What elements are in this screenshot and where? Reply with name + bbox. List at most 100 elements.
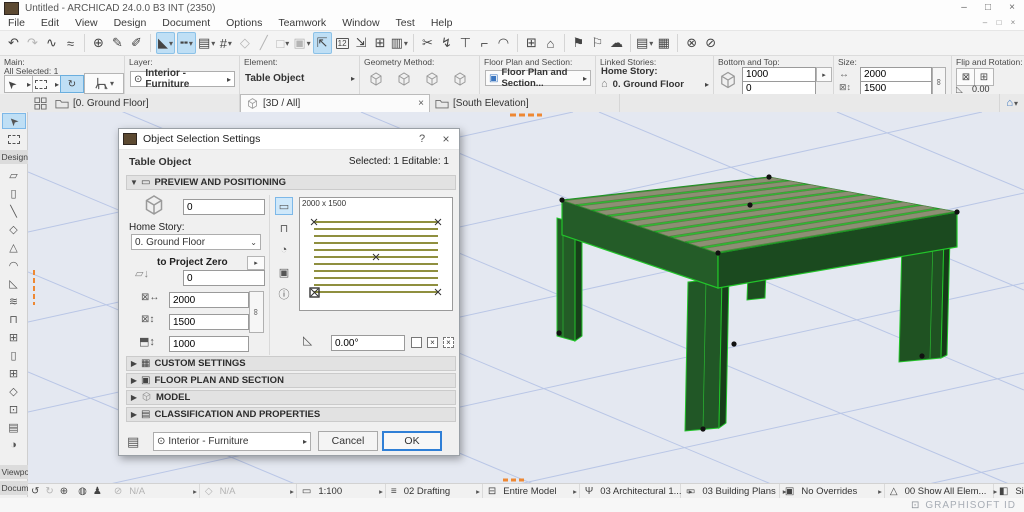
marquee-mode-button[interactable]: ▸ bbox=[32, 75, 62, 93]
reference-flyout-button[interactable]: ▸ bbox=[247, 256, 265, 270]
quick-scale-selector[interactable]: ▭ 1:100▸ bbox=[297, 484, 386, 499]
menu-file[interactable]: File bbox=[0, 17, 33, 29]
floorplan-display-button[interactable]: ▣ Floor Plan and Section... ▸ bbox=[485, 70, 591, 86]
geometry-cube-3-icon[interactable] bbox=[424, 71, 440, 87]
menu-test[interactable]: Test bbox=[388, 17, 423, 29]
arrow-mode-button[interactable]: ➤▸ bbox=[4, 75, 34, 93]
maximize-button[interactable]: □ bbox=[976, 1, 1000, 16]
menu-help[interactable]: Help bbox=[423, 17, 461, 29]
corner-icon[interactable]: ⌐ bbox=[476, 33, 493, 53]
find-select-icon[interactable]: ⊕ bbox=[90, 33, 107, 53]
favorites-icon[interactable]: ▤▾ bbox=[198, 33, 215, 53]
move-icon[interactable]: ⇱ bbox=[313, 32, 332, 54]
split-icon[interactable]: ✂ bbox=[419, 33, 436, 53]
section-floor-plan[interactable]: ▶ ▣ FLOOR PLAN AND SECTION bbox=[126, 373, 456, 388]
size-width-input[interactable] bbox=[860, 67, 932, 82]
geometry-cube-2-icon[interactable] bbox=[396, 71, 412, 87]
fillet-icon[interactable]: ◠ bbox=[495, 33, 512, 53]
shell-tool[interactable]: ◠ bbox=[2, 257, 26, 273]
child-close-button[interactable]: × bbox=[1006, 18, 1020, 29]
close-button[interactable]: × bbox=[1000, 1, 1024, 16]
lock-icon[interactable]: ▣▾ bbox=[293, 33, 310, 53]
editing-plane-icon[interactable]: ◇ bbox=[236, 33, 253, 53]
quick-zoom-selector[interactable]: ⊘ N/A▸ bbox=[109, 484, 200, 499]
rotate-mode-button[interactable]: ↻ bbox=[60, 75, 84, 93]
tab-close-icon[interactable]: × bbox=[418, 98, 424, 109]
menu-edit[interactable]: Edit bbox=[33, 17, 67, 29]
cancel-button[interactable]: Cancel bbox=[318, 431, 378, 451]
toolbox-group-document[interactable]: Docume bbox=[0, 481, 28, 495]
magic-wand-icon[interactable]: ↯ bbox=[438, 33, 455, 53]
slab-tool[interactable]: ◇ bbox=[2, 221, 26, 237]
geometry-cube-1-icon[interactable] bbox=[368, 71, 384, 87]
preview-info-icon[interactable]: ⓘ bbox=[275, 285, 293, 303]
roof-tool[interactable]: △ bbox=[2, 239, 26, 255]
link2-icon[interactable]: ⊘ bbox=[702, 33, 719, 53]
table-3d[interactable] bbox=[556, 174, 959, 431]
home-story-select[interactable]: 0. Ground Floor ⌄ bbox=[131, 234, 261, 250]
marquee-tool[interactable] bbox=[2, 131, 26, 147]
toolbox-group-viewpoint[interactable]: Viewpoi bbox=[0, 465, 28, 479]
mirror-checkbox[interactable] bbox=[411, 337, 422, 348]
object-preview[interactable]: 2000 x 1500 bbox=[299, 197, 453, 311]
new-window-icon[interactable]: ⊞ bbox=[523, 33, 540, 53]
quick-override-selector[interactable]: ▣ No Overrides▸ bbox=[780, 484, 885, 499]
quick-structure-display-selector[interactable]: ⊟ Entire Model▸ bbox=[483, 484, 580, 499]
tab-south-elevation[interactable]: [South Elevation] bbox=[430, 94, 620, 112]
rotation-angle-value[interactable]: 0.00 bbox=[972, 84, 990, 94]
toolbox-group-design[interactable]: Design bbox=[0, 150, 28, 164]
opening-tool[interactable]: ⊡ bbox=[2, 401, 26, 417]
renovation-save-icon[interactable]: ▦ bbox=[655, 33, 672, 53]
dialog-title-bar[interactable]: Object Selection Settings ? × bbox=[119, 129, 459, 150]
hotspot-toggle-2[interactable]: × bbox=[443, 337, 454, 348]
hotspot-toggle-1[interactable]: × bbox=[427, 337, 438, 348]
quad-view-icon[interactable] bbox=[30, 94, 50, 112]
zoom-icon[interactable]: ⊕ bbox=[60, 486, 68, 497]
curtain-wall-tool[interactable]: ⊞ bbox=[2, 329, 26, 345]
menu-view[interactable]: View bbox=[67, 17, 106, 29]
morph-tool[interactable]: ◺ bbox=[2, 275, 26, 291]
walk-mode-icon[interactable]: ♟ bbox=[93, 486, 102, 497]
lamp-tool[interactable]: ◑ bbox=[2, 437, 26, 453]
beam-tool[interactable]: ╲ bbox=[2, 203, 26, 219]
child-restore-button[interactable]: □ bbox=[992, 18, 1006, 29]
quick-layer-combination-selector[interactable]: ≡ 02 Drafting▸ bbox=[386, 484, 483, 499]
rotation-angle-input[interactable] bbox=[331, 335, 405, 351]
tab-3d-all[interactable]: [3D / All] × bbox=[240, 94, 430, 112]
link-icon[interactable]: ⊗ bbox=[683, 33, 700, 53]
quick-pen-set-selector[interactable]: Ψ 03 Architectural 1...▸ bbox=[580, 484, 681, 499]
undo-icon[interactable]: ↶ bbox=[5, 33, 22, 53]
flag-copy-icon[interactable]: ⚐ bbox=[589, 33, 606, 53]
adjust-curve-icon[interactable]: ∿ bbox=[43, 33, 60, 53]
menu-window[interactable]: Window bbox=[334, 17, 387, 29]
cloud-sync-icon[interactable]: ☁ bbox=[608, 33, 625, 53]
home-view-icon[interactable]: ⌂ bbox=[542, 33, 559, 53]
dialog-close-button[interactable]: × bbox=[433, 132, 459, 146]
dialog-layer-combo[interactable]: ⊙ Interior - Furniture ▸ bbox=[153, 432, 311, 451]
dimension-12-icon[interactable]: 12 bbox=[334, 33, 351, 53]
preview-2d-icon[interactable]: ▭ bbox=[275, 197, 293, 215]
depth-input[interactable] bbox=[169, 314, 249, 330]
elevation-icon[interactable]: ⊤ bbox=[457, 33, 474, 53]
layer-combo[interactable]: ⊙ Interior - Furniture ▸ bbox=[130, 71, 235, 87]
top-elevation-input[interactable] bbox=[742, 67, 816, 82]
ok-button[interactable]: OK bbox=[382, 431, 442, 451]
menu-options[interactable]: Options bbox=[218, 17, 270, 29]
help-button[interactable]: ? bbox=[411, 133, 433, 145]
tab-ground-floor[interactable]: [0. Ground Floor] bbox=[50, 94, 240, 112]
wall-tool[interactable]: ▱ bbox=[2, 167, 26, 183]
snap-guides-icon[interactable]: ╍▾ bbox=[177, 32, 196, 54]
previous-view-icon[interactable]: ↺ bbox=[31, 486, 39, 497]
inject-parameters-icon[interactable]: ✐ bbox=[128, 33, 145, 53]
minimize-button[interactable]: – bbox=[952, 1, 976, 16]
camera-icon[interactable]: ◍ bbox=[78, 486, 87, 497]
preview-front-icon[interactable]: ⊓ bbox=[275, 219, 293, 237]
menu-teamwork[interactable]: Teamwork bbox=[270, 17, 334, 29]
section-preview-positioning[interactable]: ▼ ▭ PREVIEW AND POSITIONING bbox=[126, 175, 456, 190]
object-tool[interactable]: ▤ bbox=[2, 419, 26, 435]
window-tool[interactable]: ⊞ bbox=[2, 365, 26, 381]
gravity-icon[interactable]: ╱ bbox=[255, 33, 272, 53]
grid-snap-icon[interactable]: #▾ bbox=[217, 33, 234, 53]
renovation-icon[interactable]: ▤▾ bbox=[636, 33, 653, 53]
child-minimize-button[interactable]: – bbox=[978, 18, 992, 29]
